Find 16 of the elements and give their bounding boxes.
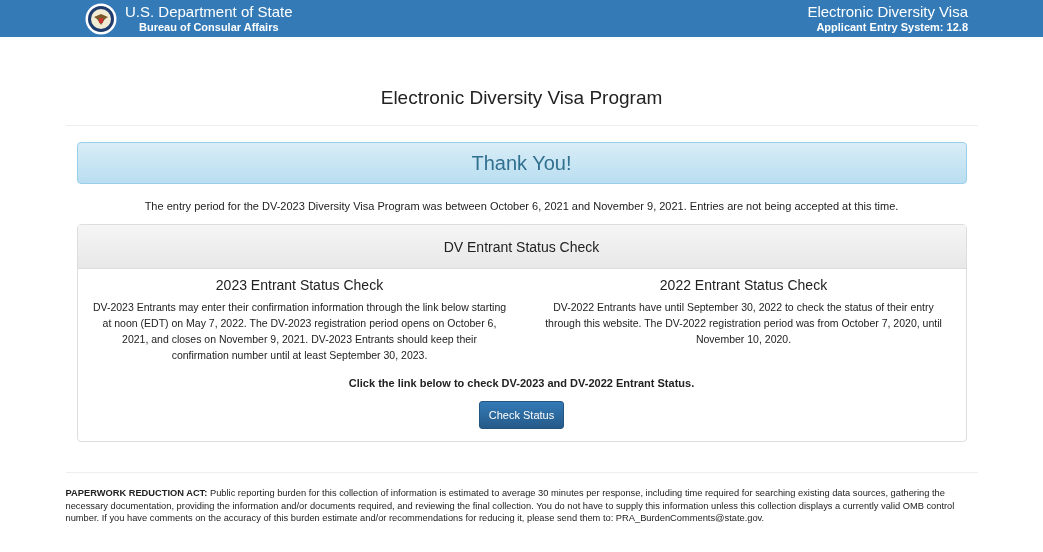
- column-heading: 2023 Entrant Status Check: [215, 277, 384, 293]
- thank-you-alert: Thank You!: [76, 142, 967, 184]
- check-status-button[interactable]: Check Status: [478, 401, 565, 429]
- column-text: DV-2022 Entrants have until September 30, 2022 to check the status of their entry through this website. The DV-2022 registration period was from October 7, 2020, until November 10, 2020.: [544, 300, 943, 347]
- page-title: Electronic Diversity Visa Program: [65, 37, 978, 126]
- paperwork-notice: PAPERWORK REDUCTION ACT: Public reporting burden for this collection of information is estimated to average 30 minutes per response, including time required for searching existing data sources, gathering the necessary documentation, providing the information and/or documents required, and reviewing the final collection. You do not have to supply this information unless this collection displays a currently valid OMB control number. If you have comments on the accuracy of this burden estimate and/or recommendations for reducing it, please send them to: PRA_BurdenComments@state.gov.: [65, 472, 978, 525]
- seal-icon: [85, 2, 117, 35]
- column-heading: 2022 Entrant Status Check: [659, 277, 828, 293]
- instruction-text: Click the link below to check DV-2023 and DV-2022 Entrant Status.: [347, 377, 696, 389]
- system-version: Applicant Entry System: 12.8: [816, 20, 968, 34]
- bureau-name: Bureau of Consular Affairs: [138, 20, 279, 34]
- agency-name: U.S. Department of State: [125, 3, 293, 20]
- notice-text: The entry period for the DV-2023 Diversity Visa Program was between October 6, 2021 and November 9, 2021. Entries are not being accepted at this time.: [143, 200, 900, 212]
- panel-title: DV Entrant Status Check: [77, 225, 966, 269]
- program-name: Electronic Diversity Visa: [807, 3, 968, 20]
- column-text: DV-2023 Entrants may enter their confirmation information through the link below starting at noon (EDT) on May 7, 2022. The DV-2023 registration period opens on October 6, 2021, and closes on November 9, 2021. DV-2023 Entrants should keep their confirmation number until at least September 30, 2023.: [92, 300, 507, 363]
